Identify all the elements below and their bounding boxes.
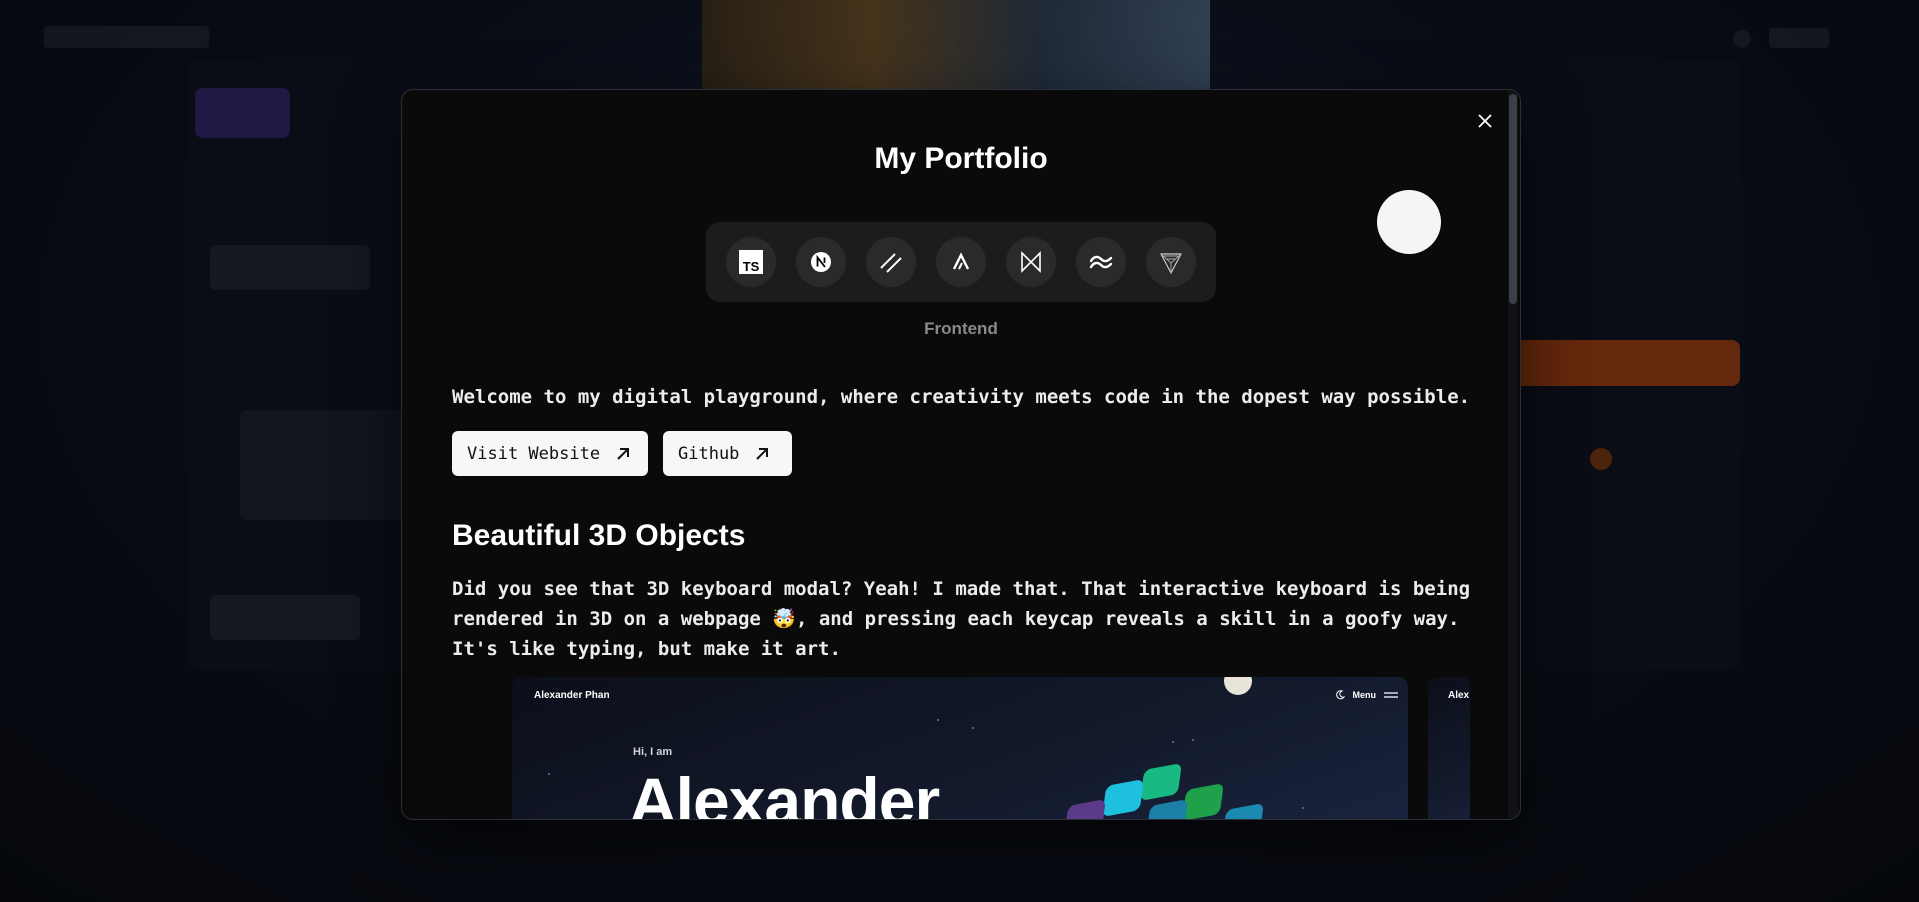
screenshot-carousel[interactable]: Alexander Phan Menu Hi, I am Alexander A… — [512, 677, 1470, 819]
arrow-up-right-icon — [756, 447, 769, 460]
background-site-title — [44, 26, 209, 48]
preview-greeting: Hi, I am — [633, 746, 673, 758]
close-button[interactable] — [1472, 108, 1498, 134]
close-icon — [1478, 114, 1492, 128]
framer-motion-icon[interactable] — [1006, 237, 1056, 287]
preview-brand: Alex — [1448, 690, 1470, 701]
keycap — [1064, 798, 1106, 819]
hamburger-icon — [1384, 692, 1398, 698]
preview-star — [548, 773, 550, 775]
spline-icon[interactable] — [1146, 237, 1196, 287]
preview-star — [1172, 741, 1174, 743]
intro-text: Welcome to my digital playground, where … — [452, 386, 1471, 408]
preview-moon — [1224, 677, 1252, 695]
background-menu — [1769, 28, 1829, 48]
svg-text:TS: TS — [743, 259, 760, 274]
tailwind-icon[interactable] — [1076, 237, 1126, 287]
background-chip — [210, 595, 360, 640]
background-orange-dot — [1590, 448, 1612, 470]
background-card-left — [188, 60, 418, 670]
portfolio-modal: My Portfolio TS Frontend Welcome to my d… — [401, 89, 1521, 820]
section-heading: Beautiful 3D Objects — [452, 519, 746, 552]
typescript-icon[interactable]: TS — [726, 237, 776, 287]
cursor-ball — [1377, 190, 1441, 254]
preview-menu: Menu — [1335, 690, 1398, 700]
shadcn-icon[interactable] — [866, 237, 916, 287]
preview-brand: Alexander Phan — [534, 690, 610, 701]
background-purple-block — [195, 88, 290, 138]
background-chip — [210, 245, 370, 290]
preview-star — [937, 719, 939, 721]
visit-website-button[interactable]: Visit Website — [452, 431, 648, 476]
keycap — [1222, 802, 1264, 819]
tech-stack-bar: TS — [706, 222, 1216, 302]
preview-star — [972, 727, 974, 729]
preview-name: Alexander — [629, 764, 940, 819]
nextjs-icon[interactable] — [796, 237, 846, 287]
preview-star — [1302, 807, 1304, 809]
github-button[interactable]: Github — [663, 431, 792, 476]
background-orange-button — [1500, 340, 1740, 386]
background-theme-toggle — [1733, 30, 1751, 48]
carousel-slide[interactable]: Alex — [1428, 677, 1470, 819]
scrollbar-thumb[interactable] — [1509, 94, 1517, 304]
moon-icon — [1335, 690, 1345, 700]
visit-website-label: Visit Website — [467, 443, 601, 464]
preview-menu-label: Menu — [1352, 690, 1377, 700]
keycap — [1146, 798, 1188, 819]
carousel-slide[interactable]: Alexander Phan Menu Hi, I am Alexander — [512, 677, 1408, 819]
background-heading — [240, 410, 420, 520]
preview-star — [1192, 739, 1194, 741]
keycap — [1182, 782, 1224, 819]
arrow-up-right-icon — [617, 447, 630, 460]
github-label: Github — [678, 443, 740, 464]
keycap — [1102, 778, 1144, 818]
tech-category-label: Frontend — [924, 319, 998, 338]
aceternity-icon[interactable] — [936, 237, 986, 287]
background-hero-image — [702, 0, 1210, 90]
section-body: Did you see that 3D keyboard modal? Yeah… — [452, 578, 1471, 660]
modal-content[interactable]: My Portfolio TS Frontend Welcome to my d… — [402, 90, 1520, 819]
keycap — [1140, 762, 1182, 802]
modal-title: My Portfolio — [874, 142, 1048, 175]
